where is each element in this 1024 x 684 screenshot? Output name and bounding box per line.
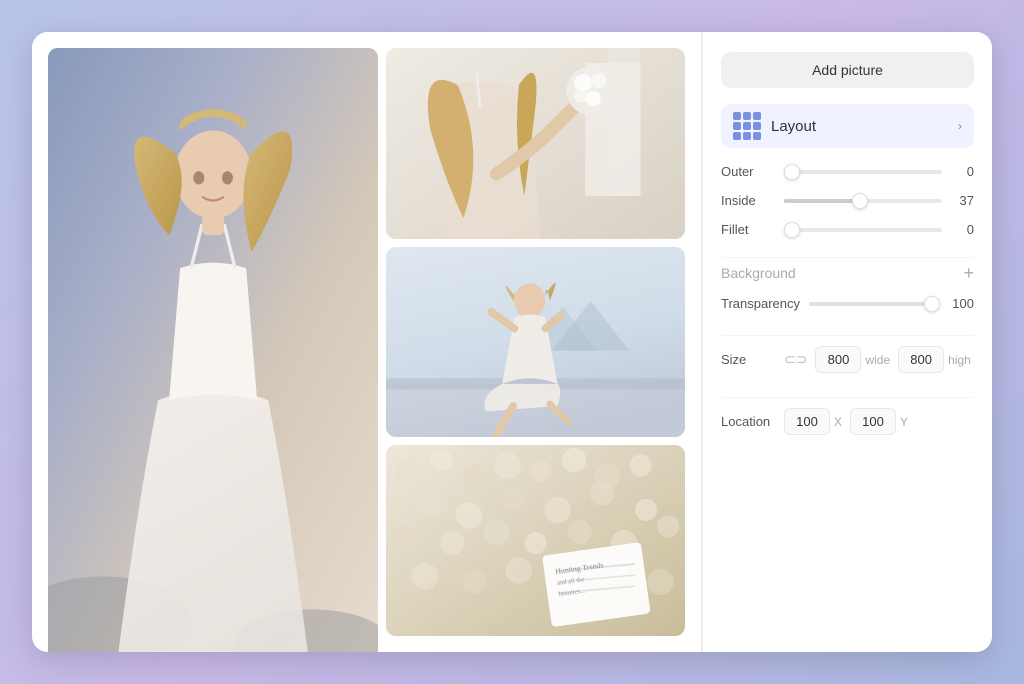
transparency-thumb[interactable] (924, 296, 940, 312)
outer-value: 0 (950, 164, 974, 179)
size-divider (721, 335, 974, 336)
grid-dot-2 (743, 112, 751, 120)
transparency-label: Transparency (721, 296, 801, 311)
width-field: wide (815, 346, 890, 373)
link-icon[interactable]: ⊂⊃ (784, 351, 807, 368)
chevron-down-icon: › (958, 119, 962, 133)
background-section-header: Background + (721, 257, 974, 282)
location-divider (721, 397, 974, 398)
photo-4-image: Hunting Trends and all the beauties... (386, 445, 685, 636)
size-label: Size (721, 352, 776, 367)
photo-3-image (386, 247, 685, 438)
x-field: X (784, 408, 842, 435)
inside-slider-thumb[interactable] (852, 193, 868, 209)
grid-dot-7 (733, 132, 741, 140)
grid-dot-4 (733, 122, 741, 130)
grid-dot-9 (753, 132, 761, 140)
height-unit: high (948, 353, 971, 367)
y-field: Y (850, 408, 908, 435)
transparency-value: 100 (946, 296, 974, 311)
outer-label: Outer (721, 164, 776, 179)
outer-slider[interactable] (784, 170, 942, 174)
location-row: Location X Y (721, 408, 974, 435)
photo-2-image (386, 48, 685, 239)
grid-dot-6 (753, 122, 761, 130)
fillet-slider-row: Fillet 0 (721, 222, 974, 237)
collage-area: Hunting Trends and all the beauties... (32, 32, 701, 652)
photo-3[interactable] (386, 247, 685, 438)
add-picture-button[interactable]: Add picture (721, 52, 974, 88)
layout-label: Layout (771, 118, 958, 135)
outer-slider-thumb[interactable] (784, 164, 800, 180)
fillet-slider-thumb[interactable] (784, 222, 800, 238)
x-unit: X (834, 415, 842, 429)
inside-slider-row: Inside 37 (721, 193, 974, 208)
grid-dot-1 (733, 112, 741, 120)
grid-dot-8 (743, 132, 751, 140)
background-add-button[interactable]: + (963, 264, 974, 282)
inside-label: Inside (721, 193, 776, 208)
collage-left (48, 48, 378, 636)
layout-grid-icon (733, 112, 761, 140)
inside-slider-fill (784, 199, 860, 203)
grid-dot-3 (753, 112, 761, 120)
transparency-row: Transparency 100 (721, 296, 974, 311)
y-unit: Y (900, 415, 908, 429)
width-unit: wide (865, 353, 890, 367)
fillet-slider[interactable] (784, 228, 942, 232)
fillet-label: Fillet (721, 222, 776, 237)
width-input[interactable] (815, 346, 861, 373)
y-input[interactable] (850, 408, 896, 435)
size-row: Size ⊂⊃ wide high (721, 346, 974, 373)
photo-1[interactable] (48, 48, 378, 652)
collage-right: Hunting Trends and all the beauties... (386, 48, 685, 636)
height-input[interactable] (898, 346, 944, 373)
photo-4[interactable]: Hunting Trends and all the beauties... (386, 445, 685, 636)
background-label: Background (721, 265, 796, 281)
location-label: Location (721, 414, 776, 429)
photo-1-image (48, 48, 378, 652)
photo-2[interactable] (386, 48, 685, 239)
inside-value: 37 (950, 193, 974, 208)
inside-slider[interactable] (784, 199, 942, 203)
layout-selector[interactable]: Layout › (721, 104, 974, 148)
transparency-fill (809, 302, 925, 306)
main-container: Hunting Trends and all the beauties... A… (32, 32, 992, 652)
fillet-value: 0 (950, 222, 974, 237)
outer-slider-row: Outer 0 (721, 164, 974, 179)
control-panel: Add picture Layout › Outer (702, 32, 992, 652)
grid-dot-5 (743, 122, 751, 130)
x-input[interactable] (784, 408, 830, 435)
transparency-slider[interactable] (809, 302, 938, 306)
height-field: high (898, 346, 971, 373)
